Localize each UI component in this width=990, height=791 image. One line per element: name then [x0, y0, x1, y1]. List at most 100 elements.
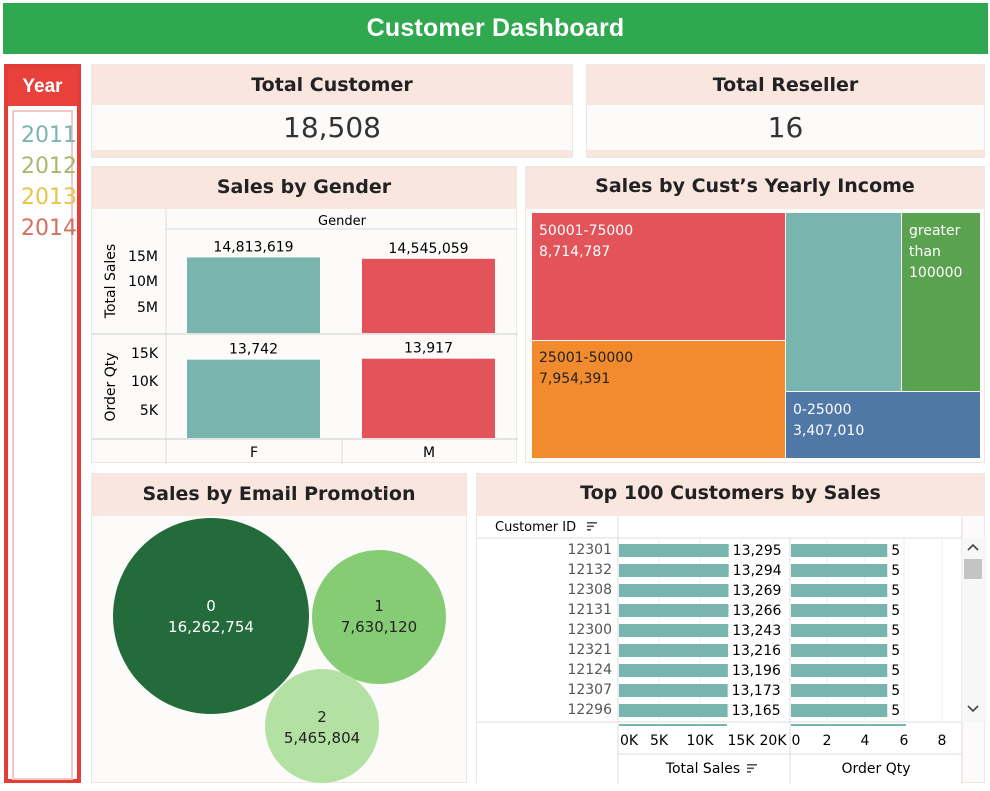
total-sales-axis-title[interactable]: Total Sales [665, 761, 740, 777]
treemap-cell-0-25000[interactable]: 0-25000 3,407,010 [786, 392, 980, 458]
customer-qty-bar[interactable] [791, 604, 888, 617]
email-bubble-0-value: 16,262,754 [168, 618, 254, 636]
customer-qty-value: 5 [891, 603, 900, 619]
customer-sales-bar-partial [619, 724, 727, 726]
customer-sales-bar[interactable] [619, 624, 729, 637]
email-bubble-0-label: 0 [206, 597, 216, 615]
customer-qty-value: 5 [891, 583, 900, 599]
order-qty-axis-title: Order Qty [841, 761, 910, 777]
treemap-cell-label: 50001-75000 [539, 223, 634, 239]
qty-tick-10k: 10K [131, 374, 159, 390]
email-bubble-1-value: 7,630,120 [341, 618, 417, 636]
sales-tick-15m: 15M [128, 249, 158, 265]
qty-axis-tick-8: 8 [938, 733, 947, 749]
customer-qty-bar[interactable] [791, 684, 888, 697]
customer-qty-bar[interactable] [791, 584, 888, 597]
year-filter-title: Year [8, 68, 77, 106]
treemap-cell-label: 25001-50000 [539, 350, 634, 366]
year-filter-item-2013[interactable]: 2013 [14, 182, 77, 213]
sales-by-gender-title: Sales by Gender [92, 167, 516, 209]
customer-sales-bar[interactable] [619, 684, 728, 697]
treemap-cell-25001-50000[interactable]: 25001-50000 7,954,391 [532, 341, 785, 458]
gender-sales-bar[interactable] [187, 257, 320, 333]
customer-qty-bar[interactable] [791, 564, 888, 577]
email-bubble-1[interactable] [312, 550, 446, 684]
customer-qty-value: 5 [891, 663, 900, 679]
sales-tick-5m: 5M [137, 300, 158, 316]
treemap-cell-label: 0-25000 [793, 402, 852, 418]
customer-sales-bar[interactable] [619, 544, 729, 557]
year-filter-item-2011[interactable]: 2011 [14, 120, 77, 151]
customer-id-cell: 12321 [567, 642, 612, 658]
customer-sales-bar[interactable] [619, 564, 729, 577]
kpi-strip [587, 150, 984, 157]
scrollbar-thumb[interactable] [964, 559, 982, 579]
sales-axis-tick-15k: 15K [728, 733, 756, 749]
customer-qty-value: 5 [891, 623, 900, 639]
customer-qty-bar[interactable] [791, 544, 888, 557]
customer-id-header[interactable]: Customer ID [495, 520, 576, 535]
customer-qty-bar[interactable] [791, 664, 888, 677]
sales-tick-10m: 10M [128, 274, 158, 290]
sales-by-email-panel: Sales by Email Promotion 0 16,262,754 1 … [91, 473, 467, 783]
kpi-total-customer-value: 18,508 [283, 111, 381, 144]
email-bubble-2-label: 2 [317, 708, 327, 726]
kpi-total-reseller-title: Total Reseller [587, 65, 984, 105]
gender-qty-bar[interactable] [362, 358, 495, 438]
sales-axis-tick-5k: 5K [650, 733, 669, 749]
customer-sales-bar[interactable] [619, 664, 728, 677]
customer-id-cell: 12307 [567, 682, 612, 698]
treemap-cell-teal[interactable] [786, 213, 901, 391]
email-bubble-2[interactable] [265, 669, 379, 783]
customer-qty-value: 5 [891, 543, 900, 559]
email-bubble-chart: 0 16,262,754 1 7,630,120 2 5,465,804 [113, 518, 446, 783]
kpi-total-customer-title: Total Customer [92, 65, 572, 105]
customer-id-cell: 12308 [567, 582, 612, 598]
sales-by-income-panel: Sales by Cust’s Yearly Income 50001-7500… [525, 166, 985, 463]
customer-sales-value: 13,196 [732, 663, 781, 679]
treemap-cell-label-line: 100000 [909, 265, 963, 281]
customer-sales-value: 13,295 [733, 543, 782, 559]
gender-sales-value-label: 14,813,619 [213, 239, 293, 255]
gender-column-header: Gender [318, 214, 367, 229]
gender-sales-bar[interactable] [362, 258, 495, 333]
customer-sales-bar[interactable] [619, 644, 729, 657]
dashboard-title: Customer Dashboard [3, 3, 988, 54]
customer-qty-value: 5 [891, 683, 900, 699]
customer-qty-value: 5 [891, 643, 900, 659]
gender-qty-bar[interactable] [187, 359, 320, 438]
top-customers-chart: Customer ID 12301 13,295 5 12132 13,294 5 1230… [477, 516, 986, 784]
top-customers-title: Top 100 Customers by Sales [477, 474, 984, 516]
email-bubble-1-label: 1 [374, 597, 384, 615]
customer-qty-bar[interactable] [791, 704, 888, 717]
sales-by-gender-panel: Sales by Gender Gender Total Sales Order… [91, 166, 518, 464]
treemap-cell-value: 7,954,391 [539, 371, 611, 387]
year-filter-item-2014[interactable]: 2014 [14, 213, 77, 244]
customer-id-cell: 12296 [567, 702, 612, 718]
qty-axis-tick-4: 4 [861, 733, 870, 749]
customer-id-cell: 12124 [567, 662, 612, 678]
treemap-cell-greater-than-100000[interactable]: greater than 100000 [902, 213, 980, 391]
year-filter-list: 2011 2012 2013 2014 [12, 110, 77, 780]
sales-by-income-title: Sales by Cust’s Yearly Income [526, 167, 984, 209]
treemap-cell-50001-75000[interactable]: 50001-75000 8,714,787 [532, 213, 785, 340]
sales-by-gender-chart: Gender Total Sales Order Qty 15M 10M 5M … [92, 209, 518, 464]
customer-id-cell: 12301 [567, 542, 612, 558]
email-bubble-0[interactable] [113, 518, 309, 714]
customer-sales-bar[interactable] [619, 604, 729, 617]
customer-qty-bar[interactable] [791, 644, 888, 657]
year-filter-item-2012[interactable]: 2012 [14, 151, 77, 182]
top-customers-panel: Top 100 Customers by Sales Customer ID 1… [476, 473, 986, 784]
treemap-cell-value: 3,407,010 [793, 423, 865, 439]
customer-id-cell: 12131 [567, 602, 612, 618]
customer-sales-bar[interactable] [619, 584, 729, 597]
sales-axis-tick-0k: 0K [620, 733, 639, 749]
treemap-cell-value: 8,714,787 [539, 244, 611, 260]
customer-sales-value: 13,216 [732, 643, 781, 659]
order-qty-axis-label: Order Qty [103, 352, 119, 421]
kpi-strip [92, 150, 572, 157]
customer-sales-bar[interactable] [619, 704, 728, 717]
customer-sales-value: 13,294 [733, 563, 782, 579]
sales-axis-tick-20k: 20K [760, 733, 788, 749]
customer-qty-bar[interactable] [791, 624, 888, 637]
